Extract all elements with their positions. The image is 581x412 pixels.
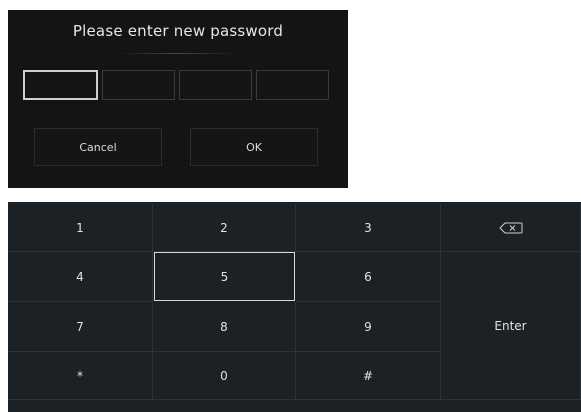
key-hash[interactable]: # (296, 352, 441, 400)
backspace-key[interactable] (441, 204, 581, 252)
key-8[interactable]: 8 (153, 302, 296, 352)
key-6[interactable]: 6 (296, 252, 441, 302)
password-slot-4[interactable] (256, 70, 329, 100)
numeric-keypad: 1 2 3 4 5 6 Enter 7 8 9 * 0 # (8, 202, 581, 412)
title-divider (118, 53, 238, 54)
key-asterisk[interactable]: * (8, 352, 153, 400)
key-2[interactable]: 2 (153, 204, 296, 252)
key-5[interactable]: 5 (154, 252, 295, 301)
key-3[interactable]: 3 (296, 204, 441, 252)
password-slot-1[interactable] (23, 70, 98, 100)
password-dialog: Please enter new password Cancel OK (8, 10, 348, 188)
password-slot-3[interactable] (179, 70, 252, 100)
backspace-icon (498, 222, 523, 234)
password-input-row (23, 70, 329, 100)
key-1[interactable]: 1 (8, 204, 153, 252)
enter-key[interactable]: Enter (441, 252, 581, 400)
password-slot-2[interactable] (102, 70, 175, 100)
ok-button[interactable]: OK (190, 128, 318, 166)
key-9[interactable]: 9 (296, 302, 441, 352)
key-0[interactable]: 0 (153, 352, 296, 400)
dialog-title: Please enter new password (72, 22, 284, 40)
cancel-button[interactable]: Cancel (34, 128, 162, 166)
key-4[interactable]: 4 (8, 252, 153, 302)
keypad-footer (8, 400, 581, 412)
key-7[interactable]: 7 (8, 302, 153, 352)
